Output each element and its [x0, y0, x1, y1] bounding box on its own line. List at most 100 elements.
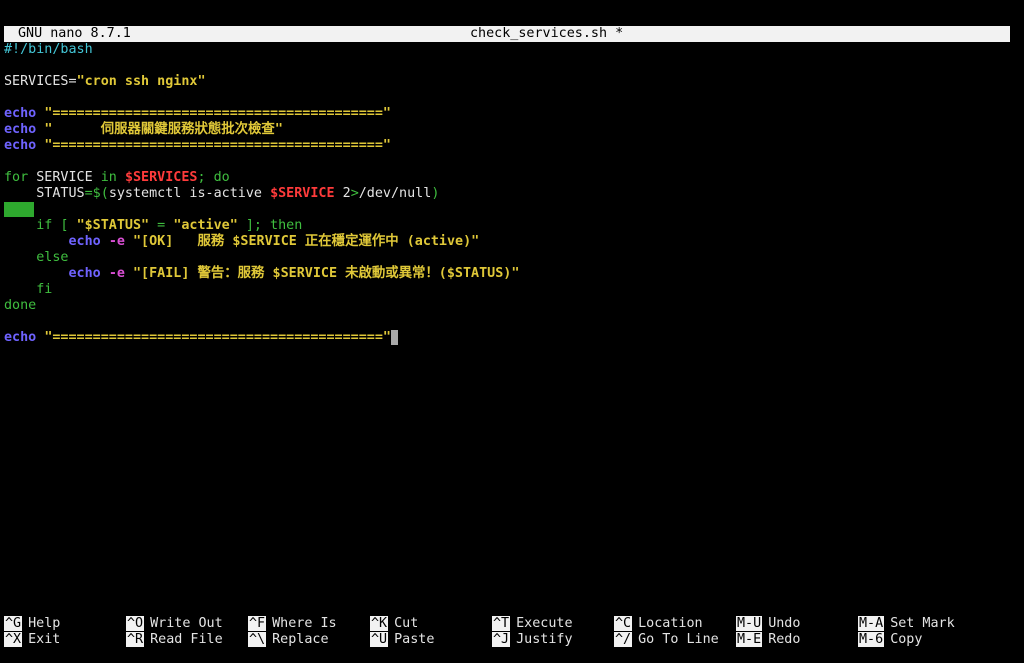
done-keyword: done	[4, 298, 37, 313]
code-line-10[interactable]: STATUS=$(systemctl is-active $SERVICE 2>…	[4, 186, 1010, 202]
equals-operator: =	[149, 218, 174, 233]
shortcut-where-is[interactable]: ^F Where Is	[248, 616, 337, 632]
app-name: GNU nano 8.7.1	[18, 26, 131, 41]
code-line-18[interactable]	[4, 314, 1010, 330]
shortcut-key: ^\	[248, 632, 267, 647]
shortcut-read-file[interactable]: ^R Read File	[126, 632, 223, 648]
in-keyword: in	[100, 170, 117, 185]
do-keyword: ; do	[197, 170, 230, 185]
shebang: #!/bin/bash	[4, 42, 93, 57]
service-reference: $SERVICE	[270, 186, 335, 201]
shortcut-key: ^O	[126, 616, 145, 631]
shortcut-location[interactable]: ^C Location	[614, 616, 703, 632]
shortcut-go-to-line[interactable]: ^/ Go To Line	[614, 632, 719, 648]
code-line-3[interactable]: SERVICES="cron ssh nginx"	[4, 74, 1010, 90]
for-keyword: for	[4, 170, 29, 185]
shortcut-key: ^C	[614, 616, 633, 631]
fi-keyword: fi	[4, 282, 53, 297]
editor-area[interactable]: #!/bin/bash SERVICES="cron ssh nginx" ec…	[4, 42, 1010, 346]
shortcut-label: Location	[638, 616, 703, 631]
text-cursor	[390, 330, 398, 345]
echo-keyword: echo	[4, 106, 37, 121]
shortcut-redo[interactable]: M-E Redo	[736, 632, 800, 648]
echo-keyword: echo	[4, 122, 37, 137]
code-line-17[interactable]: done	[4, 298, 1010, 314]
services-reference: $SERVICES	[124, 170, 198, 185]
shortcut-key: ^G	[4, 616, 23, 631]
shortcut-label: Go To Line	[638, 632, 719, 647]
banner-string: " 伺服器關鍵服務狀態批次檢查"	[44, 122, 283, 137]
services-assign: SERVICES=	[4, 74, 77, 89]
code-line-16[interactable]: fi	[4, 282, 1010, 298]
shortcut-label: Where Is	[272, 616, 337, 631]
shortcut-key: M-E	[736, 632, 763, 647]
e-flag: -e	[108, 234, 125, 249]
shortcut-key: M-A	[858, 616, 885, 631]
if-open: if [	[4, 218, 77, 233]
shortcut-key: ^R	[126, 632, 145, 647]
fail-message: "[FAIL] 警告：服務 $SERVICE 未啟動或異常！($STATUS)"	[133, 266, 520, 281]
services-value: "cron ssh nginx"	[76, 74, 206, 89]
echo-keyword: echo	[4, 138, 37, 153]
shortcut-undo[interactable]: M-U Undo	[736, 616, 800, 632]
status-string: "$STATUS"	[76, 218, 150, 233]
shortcut-label: Cut	[394, 616, 419, 631]
shortcut-label: Write Out	[150, 616, 223, 631]
redirect-fd: 2	[334, 186, 351, 201]
else-keyword: else	[4, 250, 69, 265]
separator-string: "=======================================…	[44, 106, 391, 121]
trailing-whitespace-highlight	[4, 202, 34, 217]
shortcut-label: Justify	[516, 632, 573, 647]
shortcut-paste[interactable]: ^U Paste	[370, 632, 434, 648]
shortcut-label: Execute	[516, 616, 573, 631]
code-line-4[interactable]	[4, 90, 1010, 106]
shortcut-write-out[interactable]: ^O Write Out	[126, 616, 223, 632]
code-line-9[interactable]: for SERVICE in $SERVICES; do	[4, 170, 1010, 186]
status-assign: STATUS	[4, 186, 85, 201]
shortcut-set-mark[interactable]: M-A Set Mark	[858, 616, 955, 632]
shortcut-copy[interactable]: M-6 Copy	[858, 632, 922, 648]
shortcut-exit[interactable]: ^X Exit	[4, 632, 60, 648]
shortcut-key: M-6	[858, 632, 885, 647]
code-line-11[interactable]	[4, 202, 1010, 218]
code-line-2[interactable]	[4, 58, 1010, 74]
code-line-15[interactable]: echo -e "[FAIL] 警告：服務 $SERVICE 未啟動或異常！($…	[4, 266, 1010, 282]
shortcut-help[interactable]: ^G Help	[4, 616, 60, 632]
subshell-open: =$(	[84, 186, 109, 201]
e-flag: -e	[108, 266, 125, 281]
shortcut-key: ^K	[370, 616, 389, 631]
shortcut-key: ^X	[4, 632, 23, 647]
shortcut-replace[interactable]: ^\ Replace	[248, 632, 329, 648]
shortcut-bar: ^G Help ^X Exit ^O Write Out ^R Read File ^F…	[4, 616, 1010, 648]
shortcut-label: Read File	[150, 632, 223, 647]
code-line-19[interactable]: echo "==================================…	[4, 330, 1010, 346]
shortcut-justify[interactable]: ^J Justify	[492, 632, 573, 648]
code-line-13[interactable]: echo -e "[OK] 服務 $SERVICE 正在穩定運作中 (activ…	[4, 234, 1010, 250]
code-line-1[interactable]: #!/bin/bash	[4, 42, 1010, 58]
code-line-6[interactable]: echo " 伺服器關鍵服務狀態批次檢查"	[4, 122, 1010, 138]
shortcut-label: Paste	[394, 632, 435, 647]
code-line-12[interactable]: if [ "$STATUS" = "active" ]; then	[4, 218, 1010, 234]
redirect-operator: >	[350, 186, 359, 201]
ok-message: "[OK] 服務 $SERVICE 正在穩定運作中 (active)"	[133, 234, 480, 249]
dev-null: /dev/null	[358, 186, 432, 201]
shortcut-label: Exit	[28, 632, 61, 647]
echo-keyword: echo	[68, 234, 101, 249]
shortcut-key: ^T	[492, 616, 511, 631]
shortcut-key: ^U	[370, 632, 389, 647]
code-line-8[interactable]	[4, 154, 1010, 170]
shortcut-label: Copy	[890, 632, 923, 647]
separator-string: "=======================================…	[44, 138, 391, 153]
shortcut-execute[interactable]: ^T Execute	[492, 616, 573, 632]
shortcut-key: ^J	[492, 632, 511, 647]
code-line-14[interactable]: else	[4, 250, 1010, 266]
active-string: "active"	[173, 218, 238, 233]
code-line-5[interactable]: echo "==================================…	[4, 106, 1010, 122]
shortcut-label: Replace	[272, 632, 329, 647]
code-line-7[interactable]: echo "==================================…	[4, 138, 1010, 154]
subshell-close: )	[431, 186, 440, 201]
shortcut-cut[interactable]: ^K Cut	[370, 616, 418, 632]
shortcut-key: M-U	[736, 616, 763, 631]
